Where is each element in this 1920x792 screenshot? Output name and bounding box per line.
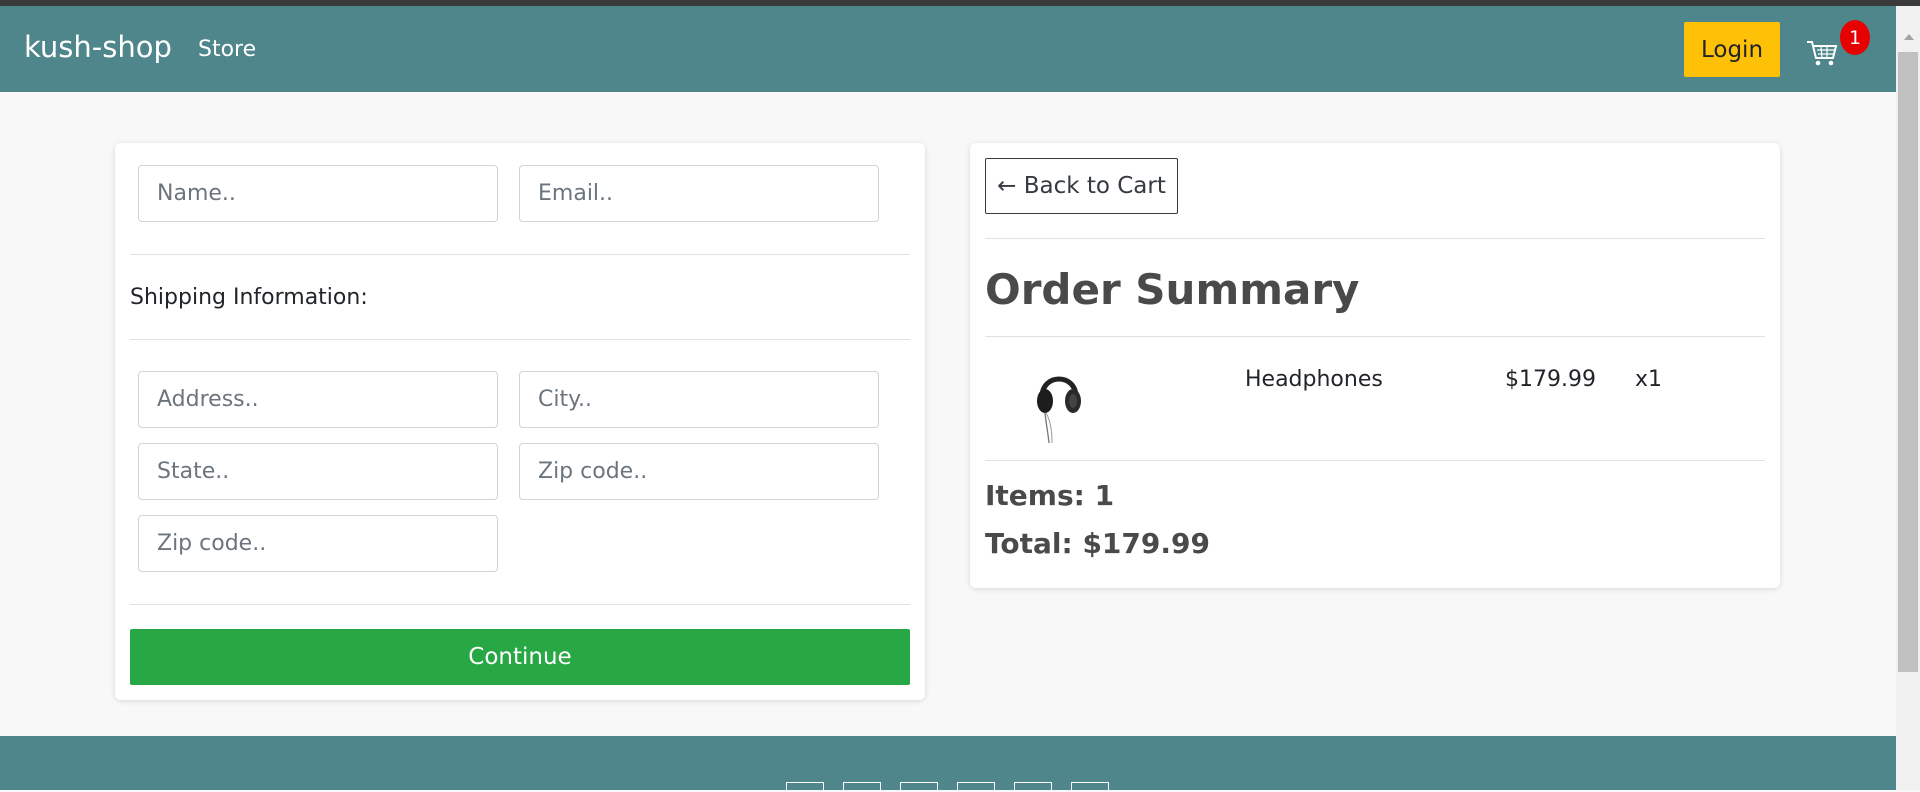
zip-code-input[interactable] [519, 443, 879, 500]
divider [985, 460, 1765, 461]
scrollbar-thumb[interactable] [1898, 52, 1918, 672]
footer-social-icon[interactable] [900, 782, 938, 792]
shipping-info-heading: Shipping Information: [130, 285, 368, 310]
address-input[interactable] [138, 371, 498, 428]
divider [985, 238, 1765, 239]
divider [130, 604, 910, 605]
headphones-image [1037, 376, 1081, 444]
items-count: Items: 1 [985, 479, 1115, 512]
order-total: Total: $179.99 [985, 527, 1210, 560]
city-input[interactable] [519, 371, 879, 428]
email-input[interactable] [519, 165, 879, 222]
order-summary-title: Order Summary [985, 265, 1360, 314]
divider [985, 336, 1765, 337]
item-quantity: x1 [1635, 367, 1663, 392]
back-to-cart-button[interactable]: ← Back to Cart [985, 158, 1178, 214]
footer-social-icon[interactable] [1014, 782, 1052, 792]
order-summary-card: ← Back to Cart Order Summary Headphones … [970, 143, 1780, 588]
footer-social-icon[interactable] [957, 782, 995, 792]
shopping-cart-icon[interactable] [1805, 36, 1839, 70]
name-input[interactable] [138, 165, 498, 222]
item-price: $179.99 [1505, 367, 1596, 392]
navbar: kush-shop Store Login 1 [0, 6, 1896, 92]
continue-button[interactable]: Continue [130, 629, 910, 685]
footer-social-icon[interactable] [843, 782, 881, 792]
footer-social-icon[interactable] [1071, 782, 1109, 792]
cart-count-badge: 1 [1840, 20, 1870, 55]
item-name: Headphones [1245, 367, 1383, 392]
nav-store-link[interactable]: Store [198, 37, 256, 62]
zip-code-input-2[interactable] [138, 515, 498, 572]
checkout-form-card: Shipping Information: Continue [115, 143, 925, 700]
scroll-up-arrow-icon[interactable] [1904, 34, 1914, 40]
divider [130, 254, 910, 255]
divider [130, 339, 910, 340]
state-input[interactable] [138, 443, 498, 500]
brand-link[interactable]: kush-shop [24, 30, 172, 64]
footer-social-icon[interactable] [786, 782, 824, 792]
footer [0, 736, 1896, 792]
login-button[interactable]: Login [1684, 22, 1780, 77]
